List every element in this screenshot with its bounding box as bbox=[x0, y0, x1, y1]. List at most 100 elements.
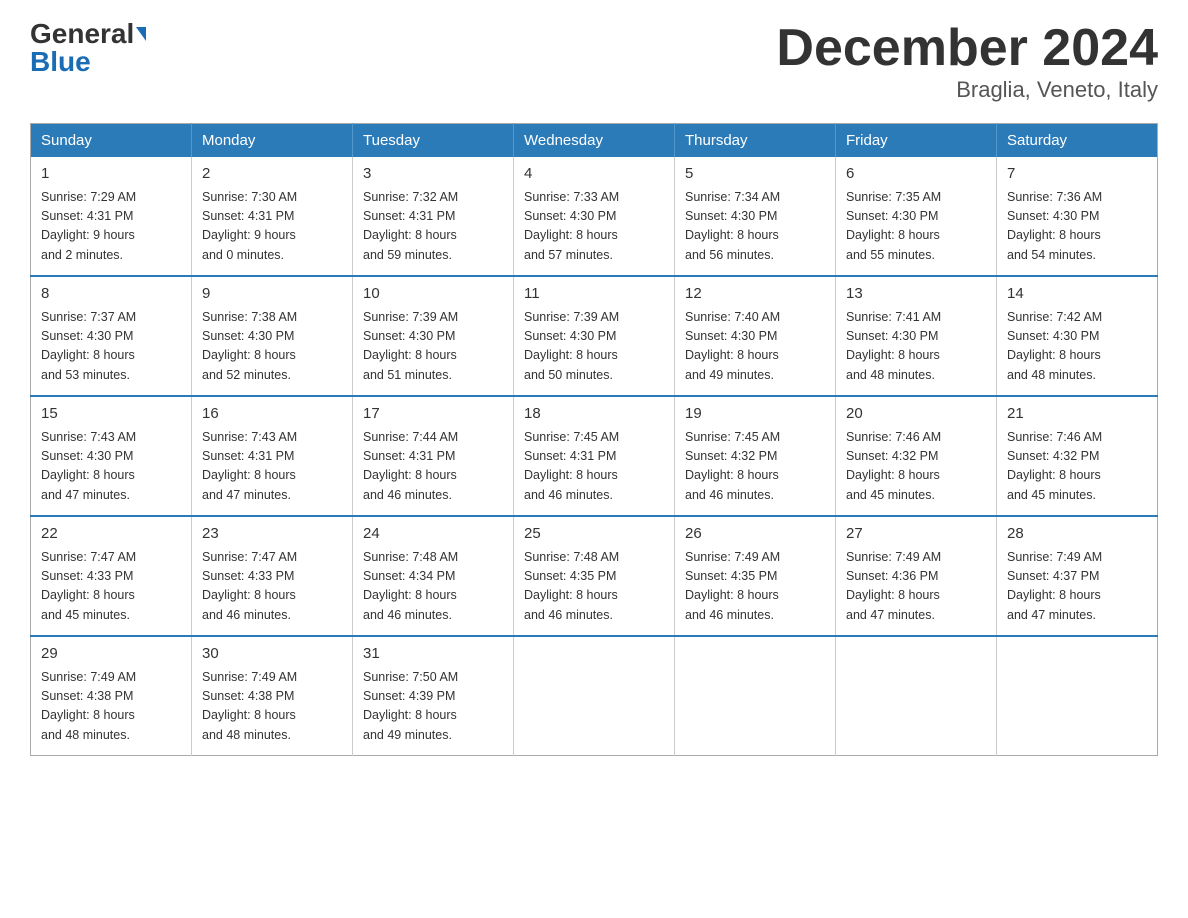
day-number: 31 bbox=[363, 643, 503, 666]
calendar-cell: 4 Sunrise: 7:33 AMSunset: 4:30 PMDayligh… bbox=[514, 157, 675, 276]
day-number: 12 bbox=[685, 283, 825, 306]
title-area: December 2024 Braglia, Veneto, Italy bbox=[776, 20, 1158, 103]
calendar-cell bbox=[675, 636, 836, 756]
day-number: 23 bbox=[202, 523, 342, 546]
day-info: Sunrise: 7:45 AMSunset: 4:31 PMDaylight:… bbox=[524, 428, 664, 506]
day-number: 27 bbox=[846, 523, 986, 546]
page-title: December 2024 bbox=[776, 20, 1158, 77]
day-number: 13 bbox=[846, 283, 986, 306]
calendar-cell: 29 Sunrise: 7:49 AMSunset: 4:38 PMDaylig… bbox=[31, 636, 192, 756]
calendar-cell bbox=[997, 636, 1158, 756]
day-info: Sunrise: 7:37 AMSunset: 4:30 PMDaylight:… bbox=[41, 308, 181, 386]
calendar-cell: 13 Sunrise: 7:41 AMSunset: 4:30 PMDaylig… bbox=[836, 276, 997, 396]
day-number: 10 bbox=[363, 283, 503, 306]
day-info: Sunrise: 7:39 AMSunset: 4:30 PMDaylight:… bbox=[363, 308, 503, 386]
day-number: 7 bbox=[1007, 163, 1147, 186]
day-info: Sunrise: 7:33 AMSunset: 4:30 PMDaylight:… bbox=[524, 188, 664, 266]
day-number: 19 bbox=[685, 403, 825, 426]
calendar-cell: 2 Sunrise: 7:30 AMSunset: 4:31 PMDayligh… bbox=[192, 157, 353, 276]
day-number: 29 bbox=[41, 643, 181, 666]
calendar-cell: 18 Sunrise: 7:45 AMSunset: 4:31 PMDaylig… bbox=[514, 396, 675, 516]
day-number: 15 bbox=[41, 403, 181, 426]
day-info: Sunrise: 7:46 AMSunset: 4:32 PMDaylight:… bbox=[1007, 428, 1147, 506]
calendar-week-row: 22 Sunrise: 7:47 AMSunset: 4:33 PMDaylig… bbox=[31, 516, 1158, 636]
day-info: Sunrise: 7:35 AMSunset: 4:30 PMDaylight:… bbox=[846, 188, 986, 266]
day-number: 28 bbox=[1007, 523, 1147, 546]
day-number: 30 bbox=[202, 643, 342, 666]
calendar-cell: 19 Sunrise: 7:45 AMSunset: 4:32 PMDaylig… bbox=[675, 396, 836, 516]
day-number: 22 bbox=[41, 523, 181, 546]
col-header-wednesday: Wednesday bbox=[514, 124, 675, 158]
day-info: Sunrise: 7:46 AMSunset: 4:32 PMDaylight:… bbox=[846, 428, 986, 506]
day-number: 26 bbox=[685, 523, 825, 546]
calendar-cell: 3 Sunrise: 7:32 AMSunset: 4:31 PMDayligh… bbox=[353, 157, 514, 276]
day-info: Sunrise: 7:38 AMSunset: 4:30 PMDaylight:… bbox=[202, 308, 342, 386]
day-number: 9 bbox=[202, 283, 342, 306]
day-number: 25 bbox=[524, 523, 664, 546]
day-info: Sunrise: 7:32 AMSunset: 4:31 PMDaylight:… bbox=[363, 188, 503, 266]
calendar-cell: 24 Sunrise: 7:48 AMSunset: 4:34 PMDaylig… bbox=[353, 516, 514, 636]
day-info: Sunrise: 7:47 AMSunset: 4:33 PMDaylight:… bbox=[202, 548, 342, 626]
day-number: 3 bbox=[363, 163, 503, 186]
col-header-friday: Friday bbox=[836, 124, 997, 158]
day-info: Sunrise: 7:29 AMSunset: 4:31 PMDaylight:… bbox=[41, 188, 181, 266]
day-info: Sunrise: 7:49 AMSunset: 4:38 PMDaylight:… bbox=[41, 668, 181, 746]
calendar-cell: 5 Sunrise: 7:34 AMSunset: 4:30 PMDayligh… bbox=[675, 157, 836, 276]
day-info: Sunrise: 7:48 AMSunset: 4:35 PMDaylight:… bbox=[524, 548, 664, 626]
day-info: Sunrise: 7:49 AMSunset: 4:35 PMDaylight:… bbox=[685, 548, 825, 626]
day-number: 24 bbox=[363, 523, 503, 546]
calendar-cell: 26 Sunrise: 7:49 AMSunset: 4:35 PMDaylig… bbox=[675, 516, 836, 636]
calendar-week-row: 8 Sunrise: 7:37 AMSunset: 4:30 PMDayligh… bbox=[31, 276, 1158, 396]
calendar-cell: 1 Sunrise: 7:29 AMSunset: 4:31 PMDayligh… bbox=[31, 157, 192, 276]
day-info: Sunrise: 7:49 AMSunset: 4:36 PMDaylight:… bbox=[846, 548, 986, 626]
logo-triangle-icon bbox=[136, 27, 146, 41]
day-number: 20 bbox=[846, 403, 986, 426]
page-header: General Blue December 2024 Braglia, Vene… bbox=[30, 20, 1158, 103]
calendar-cell: 14 Sunrise: 7:42 AMSunset: 4:30 PMDaylig… bbox=[997, 276, 1158, 396]
calendar-cell: 6 Sunrise: 7:35 AMSunset: 4:30 PMDayligh… bbox=[836, 157, 997, 276]
page-subtitle: Braglia, Veneto, Italy bbox=[776, 77, 1158, 103]
calendar-cell: 9 Sunrise: 7:38 AMSunset: 4:30 PMDayligh… bbox=[192, 276, 353, 396]
day-info: Sunrise: 7:42 AMSunset: 4:30 PMDaylight:… bbox=[1007, 308, 1147, 386]
day-number: 6 bbox=[846, 163, 986, 186]
day-number: 11 bbox=[524, 283, 664, 306]
col-header-sunday: Sunday bbox=[31, 124, 192, 158]
day-info: Sunrise: 7:36 AMSunset: 4:30 PMDaylight:… bbox=[1007, 188, 1147, 266]
calendar-cell: 12 Sunrise: 7:40 AMSunset: 4:30 PMDaylig… bbox=[675, 276, 836, 396]
day-info: Sunrise: 7:45 AMSunset: 4:32 PMDaylight:… bbox=[685, 428, 825, 506]
calendar-cell: 22 Sunrise: 7:47 AMSunset: 4:33 PMDaylig… bbox=[31, 516, 192, 636]
logo-line1: General bbox=[30, 20, 146, 48]
col-header-saturday: Saturday bbox=[997, 124, 1158, 158]
calendar-week-row: 1 Sunrise: 7:29 AMSunset: 4:31 PMDayligh… bbox=[31, 157, 1158, 276]
logo-line2: Blue bbox=[30, 48, 91, 76]
day-number: 1 bbox=[41, 163, 181, 186]
day-info: Sunrise: 7:49 AMSunset: 4:38 PMDaylight:… bbox=[202, 668, 342, 746]
calendar-cell: 25 Sunrise: 7:48 AMSunset: 4:35 PMDaylig… bbox=[514, 516, 675, 636]
day-info: Sunrise: 7:43 AMSunset: 4:31 PMDaylight:… bbox=[202, 428, 342, 506]
calendar-cell: 28 Sunrise: 7:49 AMSunset: 4:37 PMDaylig… bbox=[997, 516, 1158, 636]
day-number: 16 bbox=[202, 403, 342, 426]
calendar-cell: 8 Sunrise: 7:37 AMSunset: 4:30 PMDayligh… bbox=[31, 276, 192, 396]
day-info: Sunrise: 7:34 AMSunset: 4:30 PMDaylight:… bbox=[685, 188, 825, 266]
day-number: 2 bbox=[202, 163, 342, 186]
calendar-cell: 31 Sunrise: 7:50 AMSunset: 4:39 PMDaylig… bbox=[353, 636, 514, 756]
col-header-tuesday: Tuesday bbox=[353, 124, 514, 158]
calendar-cell: 30 Sunrise: 7:49 AMSunset: 4:38 PMDaylig… bbox=[192, 636, 353, 756]
calendar-week-row: 15 Sunrise: 7:43 AMSunset: 4:30 PMDaylig… bbox=[31, 396, 1158, 516]
day-number: 17 bbox=[363, 403, 503, 426]
calendar-cell bbox=[514, 636, 675, 756]
logo: General Blue bbox=[30, 20, 146, 76]
day-info: Sunrise: 7:41 AMSunset: 4:30 PMDaylight:… bbox=[846, 308, 986, 386]
calendar-cell bbox=[836, 636, 997, 756]
day-number: 8 bbox=[41, 283, 181, 306]
calendar-cell: 17 Sunrise: 7:44 AMSunset: 4:31 PMDaylig… bbox=[353, 396, 514, 516]
calendar-cell: 21 Sunrise: 7:46 AMSunset: 4:32 PMDaylig… bbox=[997, 396, 1158, 516]
day-number: 14 bbox=[1007, 283, 1147, 306]
calendar-cell: 16 Sunrise: 7:43 AMSunset: 4:31 PMDaylig… bbox=[192, 396, 353, 516]
calendar-header-row: SundayMondayTuesdayWednesdayThursdayFrid… bbox=[31, 124, 1158, 158]
col-header-monday: Monday bbox=[192, 124, 353, 158]
calendar-cell: 7 Sunrise: 7:36 AMSunset: 4:30 PMDayligh… bbox=[997, 157, 1158, 276]
calendar-cell: 20 Sunrise: 7:46 AMSunset: 4:32 PMDaylig… bbox=[836, 396, 997, 516]
day-number: 4 bbox=[524, 163, 664, 186]
day-info: Sunrise: 7:40 AMSunset: 4:30 PMDaylight:… bbox=[685, 308, 825, 386]
